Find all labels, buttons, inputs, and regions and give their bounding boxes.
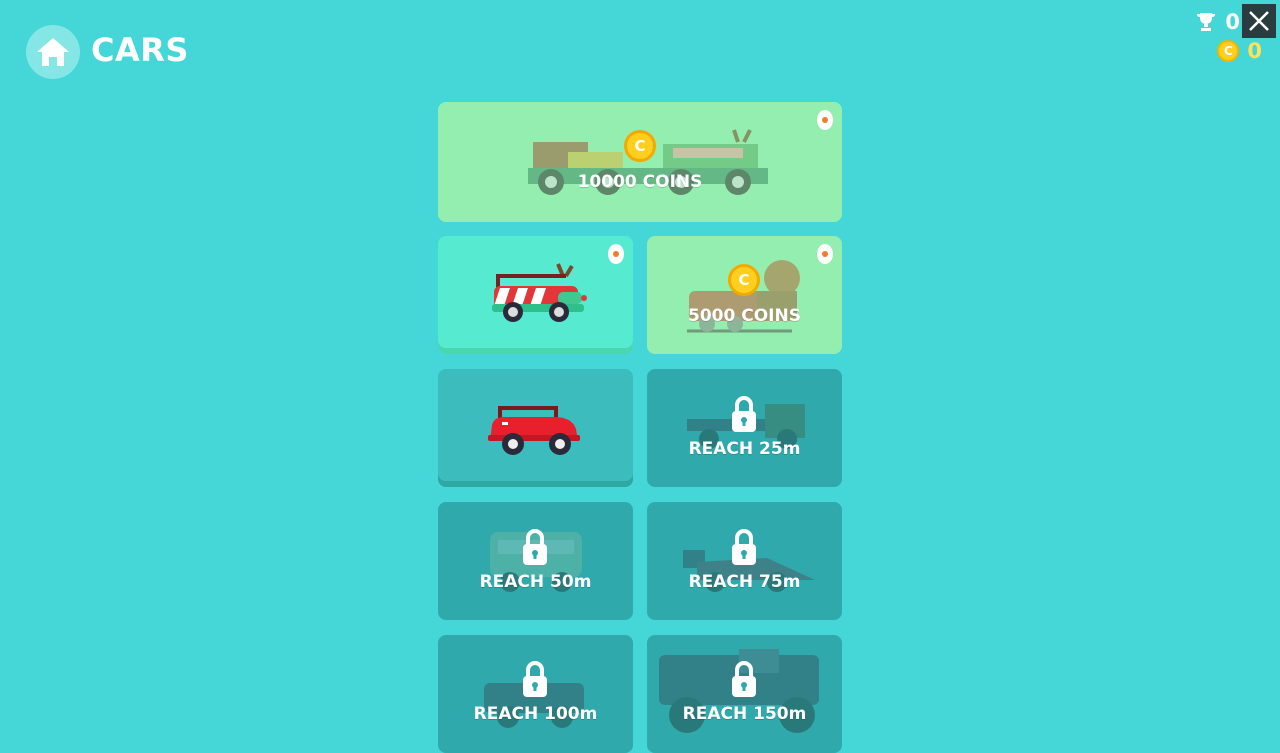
lock-icon: [523, 661, 547, 697]
car-card-reindeer-sleigh[interactable]: C 5000 COINS: [647, 236, 842, 354]
coin-icon: C: [624, 130, 656, 162]
car-card-reindeer-limo[interactable]: C 10000 COINS: [438, 102, 842, 222]
car-card-reindeer-jeep[interactable]: [438, 236, 633, 354]
car-card-van[interactable]: REACH 50m: [438, 502, 633, 620]
home-icon: [37, 38, 69, 66]
car-card-race-car[interactable]: REACH 75m: [647, 502, 842, 620]
price-label: 5000 COINS: [688, 306, 801, 326]
unlock-requirement: REACH 150m: [682, 704, 807, 724]
egg-icon: [608, 244, 624, 264]
lock-icon: [523, 529, 547, 565]
trophy-icon: [1197, 13, 1216, 31]
lock-icon: [732, 529, 756, 565]
coin-counter: C 0: [1217, 39, 1262, 63]
trophy-counter: 0: [1195, 10, 1240, 34]
lock-icon: [732, 396, 756, 432]
unlock-requirement: REACH 25m: [688, 439, 801, 459]
car-card-monster-truck[interactable]: REACH 150m: [647, 635, 842, 753]
close-button[interactable]: [1242, 4, 1276, 38]
car-image: [528, 129, 768, 195]
price-label: 10000 COINS: [577, 172, 703, 192]
egg-icon: [817, 110, 833, 130]
unlock-requirement: REACH 50m: [479, 572, 592, 592]
coin-icon: C: [1217, 40, 1240, 62]
home-button[interactable]: [26, 25, 80, 79]
car-image: [492, 263, 587, 322]
egg-icon: [817, 244, 833, 264]
car-card-red-buggy[interactable]: [438, 369, 633, 487]
trophy-count: 0: [1225, 10, 1240, 34]
lock-icon: [732, 661, 756, 697]
coin-count: 0: [1247, 39, 1262, 63]
close-icon: [1249, 11, 1269, 31]
page-title: CARS: [91, 31, 189, 69]
car-card-jeep[interactable]: REACH 100m: [438, 635, 633, 753]
coin-icon: C: [728, 264, 760, 296]
car-image: [488, 406, 580, 455]
car-card-truck[interactable]: REACH 25m: [647, 369, 842, 487]
unlock-requirement: REACH 100m: [473, 704, 598, 724]
unlock-requirement: REACH 75m: [688, 572, 801, 592]
